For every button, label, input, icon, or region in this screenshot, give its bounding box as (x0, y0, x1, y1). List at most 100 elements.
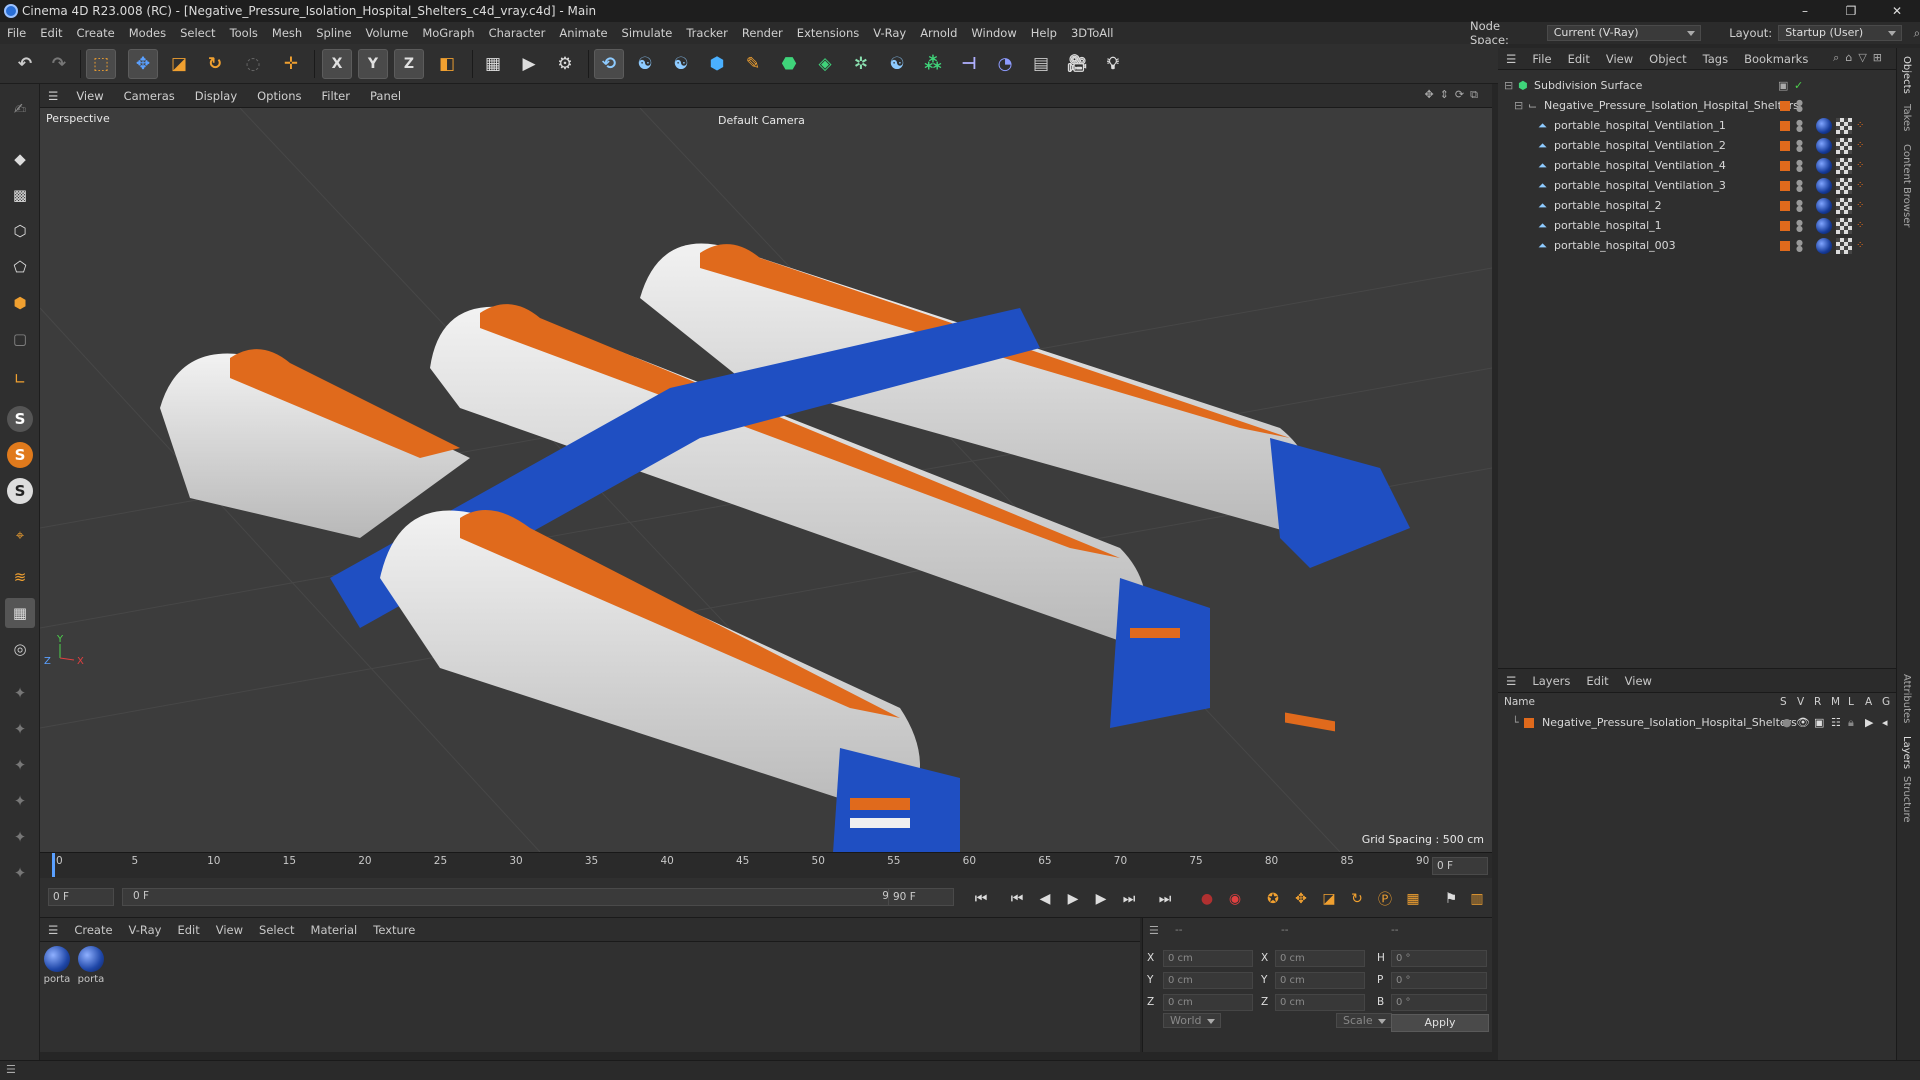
tree-item-subdivision[interactable]: ⊟ ⬢ Subdivision Surface ▣ ✓ (1498, 76, 1896, 96)
cube-icon[interactable]: ⬢ (702, 49, 732, 79)
camera-label[interactable]: Default Camera (718, 114, 805, 127)
layer-render-icon[interactable]: ▣ (1814, 713, 1824, 733)
prev-frame-icon[interactable]: ◀ (1034, 888, 1056, 910)
sculpt-icon-2[interactable]: ✦ (5, 714, 35, 744)
layer-flag-view[interactable]: V (1797, 696, 1804, 708)
floor-icon[interactable]: ▤ (1026, 49, 1056, 79)
menu-simulate[interactable]: Simulate (615, 22, 680, 44)
viewport-menu-display[interactable]: Display (185, 84, 247, 108)
menu-arnold[interactable]: Arnold (913, 22, 964, 44)
make-editable-icon[interactable]: ✍ (5, 94, 35, 124)
viewport-menu-panel[interactable]: Panel (360, 84, 411, 108)
layer-color-tag[interactable] (1780, 181, 1790, 191)
apply-button[interactable]: Apply (1391, 1014, 1489, 1032)
playhead-marker[interactable] (52, 853, 55, 877)
tab-attributes[interactable]: Attributes (1901, 674, 1912, 723)
layer-menu-layers[interactable]: Layers (1524, 669, 1578, 693)
tree-item-child[interactable]: ⏶ portable_hospital_Ventilation_3 ● ● ⁘ (1498, 176, 1896, 196)
rot-p-field[interactable]: 0 ° (1391, 972, 1487, 989)
tree-item-group[interactable]: ⊟ ⌙ Negative_Pressure_Isolation_Hospital… (1498, 96, 1896, 116)
visibility-dots-icon[interactable]: ● ● (1796, 179, 1803, 193)
edges-mode-icon[interactable]: ⬠ (5, 252, 35, 282)
visibility-dots-icon[interactable]: ● ● (1796, 199, 1803, 213)
coord-space-dropdown[interactable]: World (1163, 1013, 1221, 1028)
pen-spline-icon[interactable]: ✎ (738, 49, 768, 79)
points-mode-icon[interactable]: ⬡ (5, 216, 35, 246)
object-menu-edit[interactable]: Edit (1560, 48, 1598, 70)
layer-menu-edit[interactable]: Edit (1578, 669, 1616, 693)
tree-item-child[interactable]: ⏶ portable_hospital_003 ● ● ⁘ (1498, 236, 1896, 256)
frame-range-slider[interactable]: 0 F 90 F (122, 888, 922, 906)
menu-window[interactable]: Window (964, 22, 1023, 44)
uvw-tag-icon[interactable]: ⁘ (1856, 158, 1868, 174)
tree-item-child[interactable]: ⏶ portable_hospital_1 ● ● ⁘ (1498, 216, 1896, 236)
sculpt-icon-3[interactable]: ✦ (5, 750, 35, 780)
record-icon[interactable]: ● (1196, 888, 1218, 910)
layer-flag-render[interactable]: R (1814, 696, 1821, 708)
menu-tools[interactable]: Tools (223, 22, 265, 44)
sculpt-icon-6[interactable]: ✦ (5, 858, 35, 888)
next-key-icon[interactable]: ⏭ (1118, 888, 1140, 910)
snap-s-button-2[interactable]: S (7, 442, 33, 468)
layer-flag-locked[interactable]: L (1848, 696, 1854, 708)
pos-x-field[interactable]: 0 cm (1163, 950, 1253, 967)
tree-item-child[interactable]: ⏶ portable_hospital_2 ● ● ⁘ (1498, 196, 1896, 216)
menu-edit[interactable]: Edit (33, 22, 69, 44)
visibility-dots-icon[interactable]: ● ● (1796, 159, 1803, 173)
locked-workplane-icon[interactable]: ◎ (5, 634, 35, 664)
coordinate-system-icon[interactable]: ◧ (432, 49, 462, 79)
tree-item-child[interactable]: ⏶ portable_hospital_Ventilation_2 ● ● ⁘ (1498, 136, 1896, 156)
python-icon-2[interactable]: ☯ (666, 49, 696, 79)
object-menu-file[interactable]: File (1524, 48, 1559, 70)
visibility-dots-icon[interactable]: ● ● (1796, 99, 1803, 113)
status-menu-icon[interactable]: ☰ (6, 1063, 16, 1076)
viewport-menu-options[interactable]: Options (247, 84, 311, 108)
layer-color-swatch[interactable] (1524, 718, 1534, 728)
layout-dropdown[interactable]: Startup (User) (1778, 25, 1902, 41)
uv-mode-icon[interactable]: ▢ (5, 324, 35, 354)
uvw-tag-icon[interactable]: ⁘ (1856, 198, 1868, 214)
recent-tool-icon[interactable]: ◌ (238, 49, 268, 79)
texture-tag-icon[interactable] (1836, 238, 1852, 254)
coord-mode-dropdown[interactable]: Scale (1336, 1013, 1392, 1028)
object-hamburger-icon[interactable]: ☰ (1498, 48, 1524, 70)
go-to-start-icon[interactable]: ⏮ (970, 888, 992, 910)
uvw-tag-icon[interactable]: ⁘ (1856, 218, 1868, 234)
layer-anim-icon[interactable]: ▶ (1865, 713, 1873, 733)
render-settings-icon[interactable]: ⚙ (550, 49, 580, 79)
move-recent-icon[interactable]: ✛ (276, 49, 306, 79)
object-menu-view[interactable]: View (1598, 48, 1641, 70)
texture-tag-icon[interactable] (1836, 218, 1852, 234)
redo-icon[interactable]: ↷ (44, 49, 74, 79)
menu-modes[interactable]: Modes (122, 22, 173, 44)
object-menu-object[interactable]: Object (1641, 48, 1694, 70)
layer-color-tag[interactable] (1780, 161, 1790, 171)
node-space-dropdown[interactable]: Current (V-Ray) (1546, 25, 1702, 41)
scale-key-icon[interactable]: ◪ (1318, 888, 1340, 910)
object-search-icon[interactable]: ⌕⌂▽⊞ (1833, 51, 1888, 65)
viewport-menu-cameras[interactable]: Cameras (114, 84, 185, 108)
material-tag-icon[interactable] (1816, 198, 1832, 214)
material-tag-icon[interactable] (1816, 238, 1832, 254)
end-frame-field[interactable]: 90 F (888, 888, 954, 906)
visibility-dots-icon[interactable]: ● ● (1796, 139, 1803, 153)
menu-help[interactable]: Help (1024, 22, 1064, 44)
material-tag-icon[interactable] (1816, 158, 1832, 174)
menu-extensions[interactable]: Extensions (790, 22, 866, 44)
menu-character[interactable]: Character (482, 22, 553, 44)
start-frame-field[interactable]: 0 F (48, 888, 114, 906)
magnet-icon[interactable]: ⌖ (5, 520, 35, 550)
pla-key-icon[interactable]: ▦ (1402, 888, 1424, 910)
tab-content-browser[interactable]: Content Browser (1901, 144, 1912, 227)
visibility-dots-icon[interactable]: ● ● (1796, 239, 1803, 253)
render-picture-viewer-icon[interactable]: ▶ (514, 49, 544, 79)
play-icon[interactable]: ▶ (1062, 888, 1084, 910)
cloner-icon[interactable]: ✲ (846, 49, 876, 79)
layer-flag-solo[interactable]: S (1780, 696, 1787, 708)
layer-row[interactable]: └ Negative_Pressure_Isolation_Hospital_S… (1498, 713, 1896, 733)
size-x-field[interactable]: 0 cm (1275, 950, 1365, 967)
keyframe-icon[interactable]: ✪ (1262, 888, 1284, 910)
minimize-button[interactable]: – (1782, 0, 1828, 22)
layer-color-tag[interactable] (1780, 121, 1790, 131)
material-tag-icon[interactable] (1816, 138, 1832, 154)
